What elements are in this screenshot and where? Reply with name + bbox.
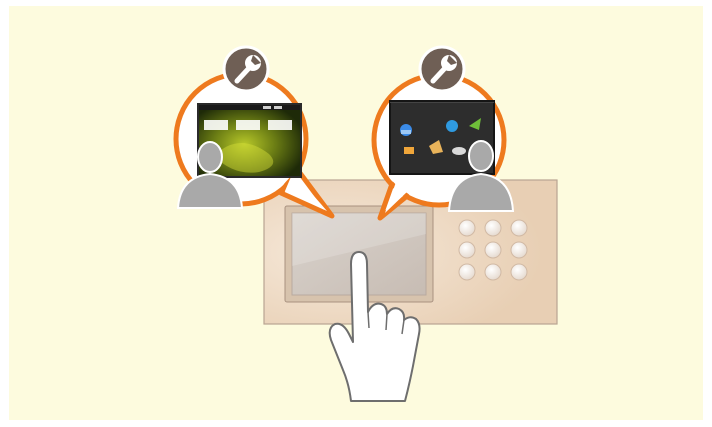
numeric-keypad — [458, 219, 528, 281]
keypad-button[interactable] — [510, 263, 528, 281]
keypad-button[interactable] — [484, 263, 502, 281]
keypad-button[interactable] — [510, 219, 528, 237]
keypad-button[interactable] — [510, 241, 528, 259]
illustration-frame — [0, 0, 712, 427]
personalized-settings-illustration — [9, 6, 703, 420]
keypad-button[interactable] — [458, 219, 476, 237]
keypad-button[interactable] — [458, 263, 476, 281]
keypad-button[interactable] — [484, 219, 502, 237]
keypad-button[interactable] — [484, 241, 502, 259]
keypad-button[interactable] — [458, 241, 476, 259]
wrench-icon — [418, 45, 466, 93]
wrench-icon — [222, 45, 270, 93]
